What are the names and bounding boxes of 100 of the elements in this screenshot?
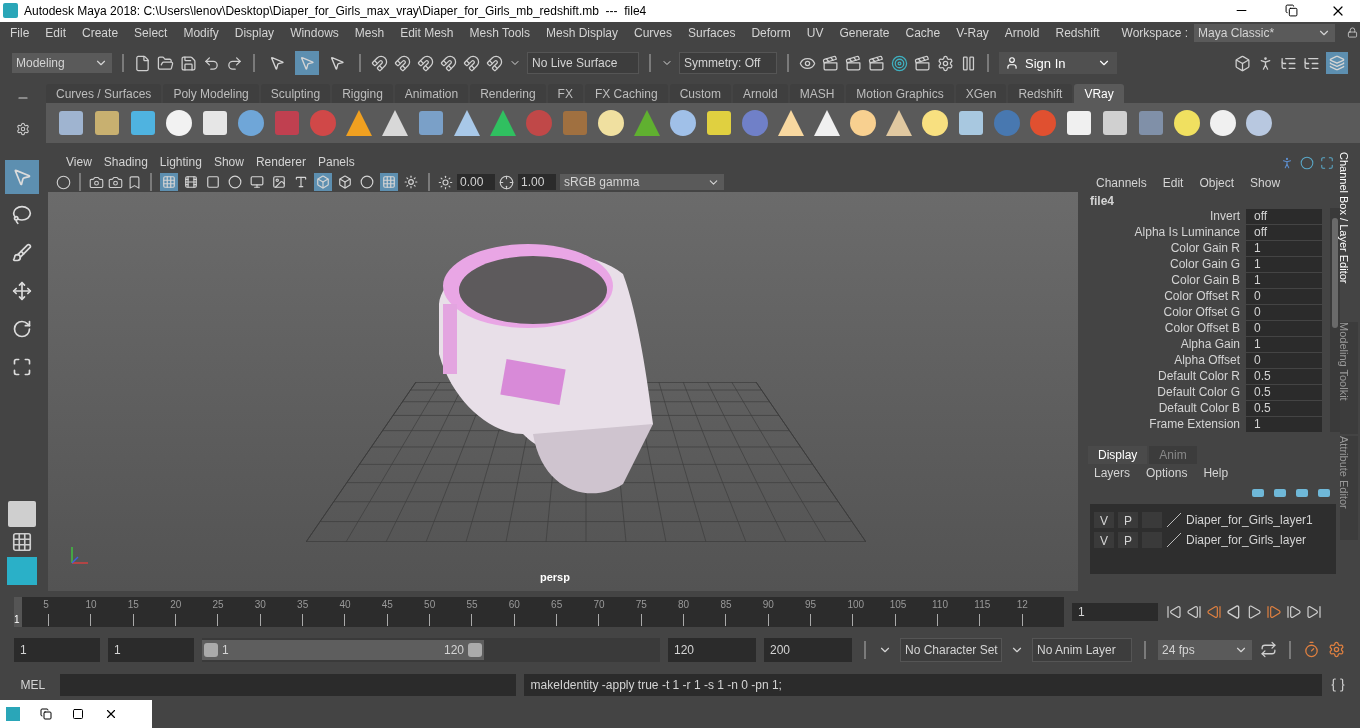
menu-item[interactable]: V-Ray [948,23,997,42]
menu-item[interactable]: Arnold [996,23,1048,42]
attribute-value[interactable]: 1 [1246,256,1322,272]
frame-number: 105 [889,598,907,613]
menu-item[interactable]: Mesh [346,23,393,42]
time-ruler[interactable]: 1 5 10 15 20 25 30 35 40 45 50 55 60 65 70 75 80 85 90 95 100 105 110 115 12 [14,597,1064,628]
menu-item[interactable]: Mesh Display [538,23,627,42]
range-bar[interactable]: 1 120 [202,639,484,660]
frame-number: 50 [424,598,436,613]
menu-item[interactable]: Edit Mesh [392,23,462,42]
side-tab[interactable]: Modeling Toolkit [1340,322,1358,435]
panel-menu-item[interactable]: Shading [97,153,154,172]
menu-item[interactable]: Redshift [1047,23,1108,42]
menu-item[interactable]: Deform [743,23,799,42]
attribute-label: Default Color R [1156,368,1241,386]
menu-item[interactable]: Curves [626,23,681,42]
shelf-tab[interactable]: Rigging [332,84,393,104]
anim-layer-field[interactable]: No Anim Layer [1032,637,1132,662]
window-title: Autodesk Maya 2018: C:\Users\lenov\Desktop\Diaper_for_Girls_max_vray\Diaper_for_Girls_mb_redshift.mb --- file4 [24,2,647,20]
attribute-value[interactable]: 1 [1246,240,1322,256]
shelf-tab[interactable]: FX [547,84,583,104]
shelf-tab[interactable]: Arnold [732,84,788,104]
shelf-tab[interactable]: Animation [394,84,469,104]
panel-menu-item[interactable]: Panels [311,153,361,172]
shelf-tab[interactable]: Poly Modeling [163,84,259,104]
panel-menu-item[interactable]: Renderer [249,153,312,172]
playback-end-field[interactable]: 120 [668,637,756,662]
playback-toggle[interactable]: P [1118,512,1138,529]
live-surface-field[interactable]: No Live Surface [527,52,639,75]
menu-item[interactable]: Surfaces [680,23,744,42]
panel-menu-item[interactable]: View [60,153,98,172]
attribute-value[interactable]: 0.5 [1246,400,1322,416]
menu-item[interactable]: Display [226,23,283,42]
mode-dropdown[interactable]: Modeling [12,53,112,74]
menu-item[interactable]: Windows [282,23,347,42]
start-frame-field[interactable]: 1 [14,637,100,662]
menu-item[interactable]: Select [126,23,176,42]
shelf-tab[interactable]: Rendering [470,84,546,104]
playback-toggle[interactable]: P [1118,532,1138,549]
current-frame-field[interactable]: 1 [1072,603,1158,622]
menu-item[interactable]: Cache [897,23,949,42]
workspace-dropdown[interactable]: Maya Classic* [1194,23,1336,42]
playback-start-field[interactable]: 1 [108,637,194,662]
visibility-toggle[interactable]: V [1094,532,1114,549]
attribute-value[interactable]: 1 [1246,272,1322,288]
layer-menu-item[interactable]: Layers [1094,464,1131,483]
character-set-field[interactable]: No Character Set [900,637,1002,662]
attribute-value[interactable]: off [1246,224,1322,240]
shelf-tab[interactable]: XGen [955,84,1007,104]
menu-item[interactable]: Modify [175,23,227,42]
menu-item[interactable]: Generate [831,23,898,42]
channel-menu-item[interactable]: Show [1250,174,1281,193]
layer-name[interactable]: Diaper_for_Girls_layer1 [1186,511,1313,530]
channel-menu-item[interactable]: Edit [1162,174,1184,193]
attribute-value[interactable]: 0 [1246,320,1322,336]
attribute-value[interactable]: 0 [1246,288,1322,304]
shelf-tab[interactable]: Motion Graphics [846,84,954,104]
menu-item[interactable]: Mesh Tools [461,23,538,42]
layer-menu-item[interactable]: Options [1146,464,1188,483]
side-tab[interactable]: Attribute Editor [1340,436,1358,541]
attribute-label: Frame Extension [1148,416,1241,434]
color-space-dropdown[interactable]: sRGB gamma [560,174,724,191]
exposure-field[interactable]: 0.00 [457,174,495,191]
visibility-toggle[interactable]: V [1094,512,1114,529]
layer-name[interactable]: Diaper_for_Girls_layer [1186,531,1307,550]
channel-menu-item[interactable]: Object [1199,174,1235,193]
layer-menu-item[interactable]: Help [1203,464,1229,483]
shelf-tab[interactable]: MASH [789,84,845,104]
attribute-value[interactable]: 0.5 [1246,384,1322,400]
menu-item[interactable]: Edit [37,23,75,42]
menu-item[interactable]: Create [74,23,127,42]
shelf-tab[interactable]: Custom [669,84,731,104]
shelf-tab[interactable]: FX Caching [584,84,668,104]
attribute-value[interactable]: 0.5 [1246,368,1322,384]
channel-menu-item[interactable]: Channels [1096,174,1147,193]
panel-menu-item[interactable]: Show [207,153,250,172]
attribute-label: Color Gain G [1168,256,1241,274]
shelf-tab[interactable]: Redshift [1008,84,1073,104]
shelf-tab[interactable]: VRay [1074,84,1124,104]
shelf-tab[interactable]: Sculpting [260,84,331,104]
attribute-label: Color Gain B [1170,272,1241,290]
sign-in-button[interactable]: Sign In [999,52,1117,75]
symmetry-field[interactable]: Symmetry: Off [679,52,777,75]
shelf-tab[interactable]: Curves / Surfaces [46,84,162,104]
gamma-field[interactable]: 1.00 [518,174,556,191]
fps-dropdown[interactable]: 24 fps [1158,639,1252,660]
end-frame-field[interactable]: 200 [764,637,852,662]
frame-number: 110 [932,598,948,613]
frame-number: 65 [551,598,563,613]
attribute-value[interactable]: 0 [1246,352,1322,368]
panel-menu-item[interactable]: Lighting [153,153,208,172]
frame-number: 10 [85,598,97,613]
attribute-label: Color Offset R [1163,288,1241,306]
attribute-value[interactable]: off [1246,208,1322,224]
attribute-value[interactable]: 0 [1246,304,1322,320]
attribute-value[interactable]: 1 [1246,336,1322,352]
menu-item[interactable]: UV [798,23,832,42]
menu-item[interactable]: File [2,23,38,42]
layer-tab[interactable]: Display [1088,446,1148,465]
attribute-value[interactable]: 1 [1246,416,1322,432]
